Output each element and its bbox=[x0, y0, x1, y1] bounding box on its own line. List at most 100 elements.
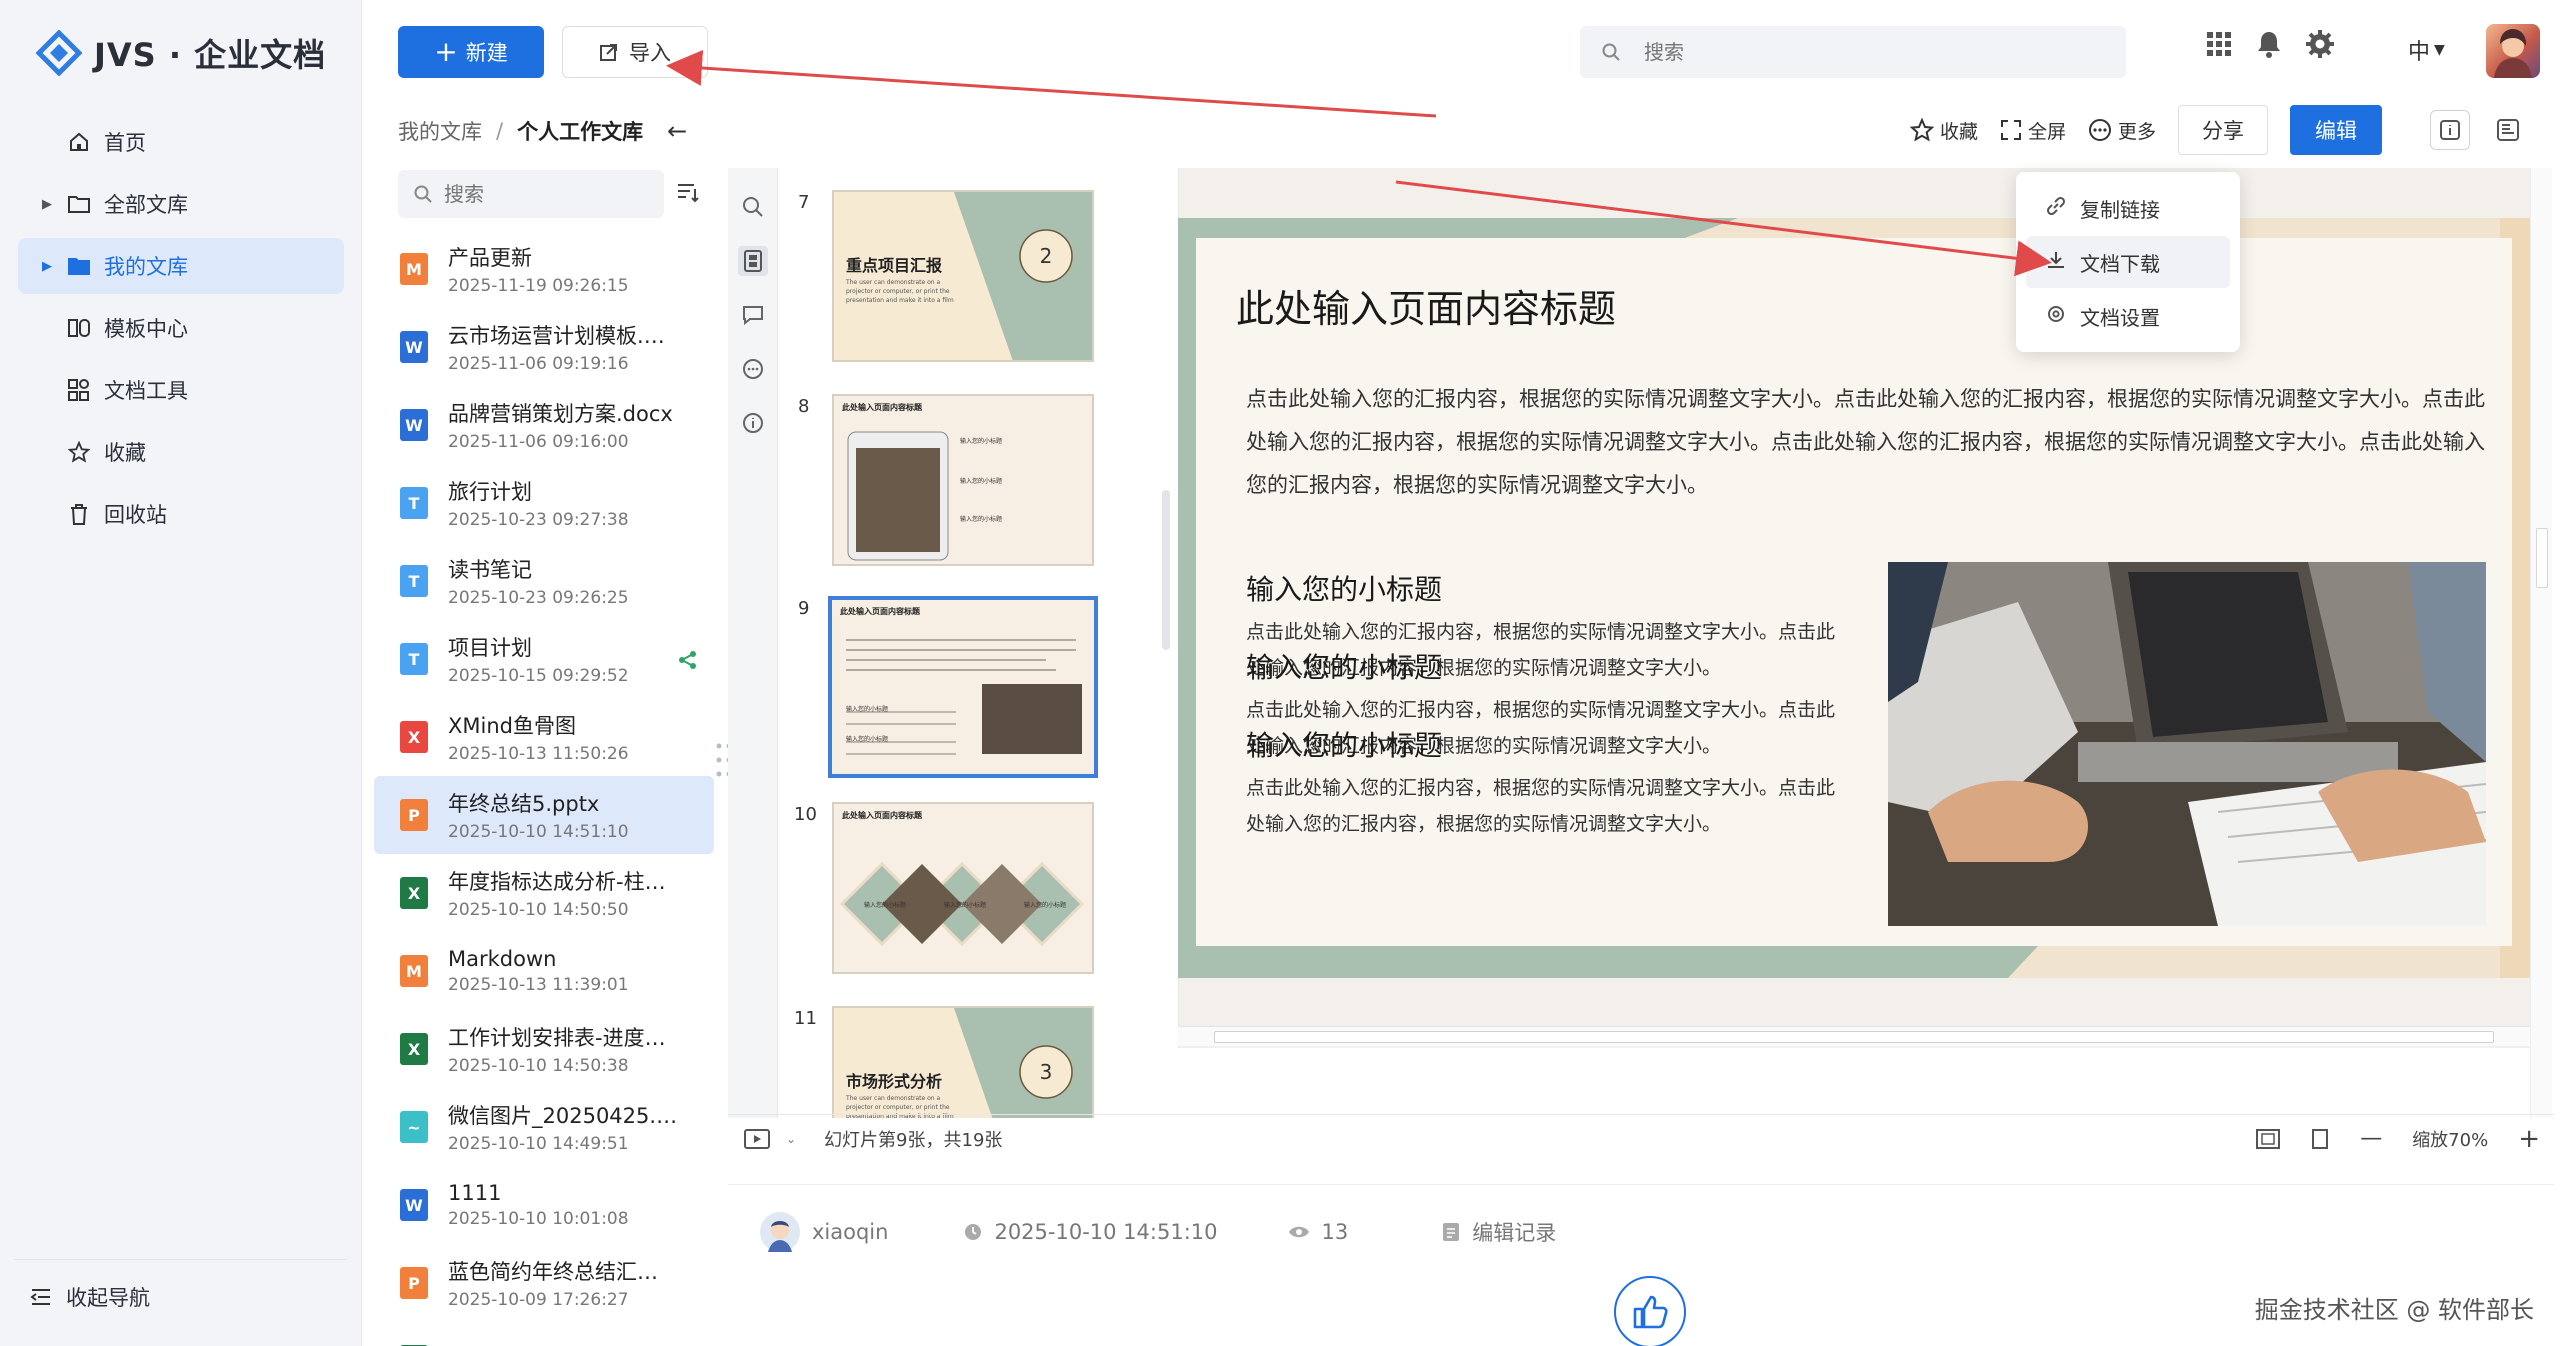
document-list-item[interactable]: X 年度指标达成分析-柱状图.xlsx 2025-10-10 14:50:50 bbox=[374, 854, 714, 932]
document-time: 2025-10-09 17:26:27 bbox=[448, 1290, 629, 1310]
sidebar-item-6[interactable]: 回收站 bbox=[18, 486, 344, 542]
list-search[interactable] bbox=[398, 170, 664, 218]
file-type-icon: X bbox=[400, 1033, 428, 1065]
document-list-item[interactable]: T 读书笔记 2025-10-23 09:26:25 bbox=[374, 542, 714, 620]
document-list-item[interactable]: W 品牌营销策划方案.docx 2025-11-06 09:16:00 bbox=[374, 386, 714, 464]
slide-thumbnail[interactable]: 此处输入页面内容标题 输入您的小标题 输入您的小标题 输入您的小标题 bbox=[832, 802, 1094, 974]
sort-icon[interactable] bbox=[676, 180, 700, 204]
menu-item-settings[interactable]: 文档设置 bbox=[2026, 290, 2230, 342]
document-list-item[interactable]: ~ 微信图片_20250425.png 2025-10-10 14:49:51 bbox=[374, 1088, 714, 1166]
comments-tool[interactable] bbox=[738, 300, 768, 330]
thumbnail-number: 7 bbox=[798, 192, 810, 213]
import-button[interactable]: 导入 bbox=[562, 26, 708, 78]
document-time: 2025-10-23 09:26:25 bbox=[448, 588, 629, 608]
bell-icon[interactable] bbox=[2256, 30, 2282, 58]
document-list-item[interactable]: W 1111 2025-10-10 10:01:08 bbox=[374, 1166, 714, 1244]
slide-thumbnail[interactable]: 市场形式分析 The user can demonstrate on a proj… bbox=[832, 1006, 1094, 1118]
about-tool[interactable] bbox=[738, 408, 768, 438]
share-icon[interactable] bbox=[678, 650, 698, 674]
list-search-input[interactable] bbox=[444, 182, 644, 206]
gear-icon[interactable] bbox=[2306, 30, 2334, 58]
document-meta: Markdown 2025-10-13 11:39:01 bbox=[448, 947, 678, 995]
breadcrumb-root[interactable]: 我的文库 bbox=[398, 116, 482, 146]
sidebar-item-3[interactable]: 模板中心 bbox=[18, 300, 344, 356]
sidebar-item-2[interactable]: ▶ 我的文库 bbox=[18, 238, 344, 294]
slide-photo[interactable] bbox=[1888, 562, 2486, 926]
more-button[interactable]: 更多 bbox=[2088, 117, 2156, 144]
document-list-item[interactable]: X XMind鱼骨图 2025-10-13 11:50:26 bbox=[374, 698, 714, 776]
slide-body-text[interactable]: 点击此处输入您的汇报内容，根据您的实际情况调整文字大小。点击此处输入您的汇报内容… bbox=[1246, 378, 2486, 507]
zoom-out-icon[interactable]: — bbox=[2360, 1126, 2382, 1151]
divider bbox=[14, 1259, 347, 1260]
breadcrumb-current[interactable]: 个人工作文库 bbox=[517, 116, 643, 146]
zoom-level[interactable]: 缩放70% bbox=[2412, 1126, 2488, 1152]
like-button[interactable] bbox=[1614, 1276, 1686, 1346]
thumbnail-number: 8 bbox=[798, 396, 810, 417]
document-list-item[interactable]: T 项目计划 2025-10-15 09:29:52 bbox=[374, 620, 714, 698]
slide-title[interactable]: 此处输入页面内容标题 bbox=[1236, 278, 1616, 333]
file-type-icon: X bbox=[400, 721, 428, 753]
document-meta: 年终总结5.pptx 2025-10-10 14:51:10 bbox=[448, 788, 678, 842]
modified-time: 2025-10-10 14:51:10 bbox=[964, 1220, 1218, 1244]
fit-page-icon[interactable] bbox=[2256, 1128, 2281, 1149]
fit-width-icon[interactable] bbox=[2310, 1128, 2330, 1149]
expand-caret-icon[interactable]: ▶ bbox=[42, 259, 52, 274]
vertical-scrollbar[interactable] bbox=[2530, 168, 2552, 1118]
outline-panel-button[interactable] bbox=[2488, 110, 2528, 150]
document-list-item[interactable]: X 工作计划安排表-进度表.xlsx 2025-10-10 14:50:38 bbox=[374, 1010, 714, 1088]
search-input[interactable] bbox=[1644, 40, 2104, 64]
chat-tool[interactable] bbox=[738, 354, 768, 384]
breadcrumb-separator: / bbox=[496, 119, 504, 143]
slide-thumbnail[interactable]: 重点项目汇报 The user can demonstrate on a proj… bbox=[832, 190, 1094, 362]
document-list-item[interactable]: X员工排班明细表.xlsx bbox=[374, 1322, 714, 1346]
slide-content: 此处输入页面内容标题 点击此处输入您的汇报内容，根据您的实际情况调整文字大小。点… bbox=[1196, 238, 2512, 946]
document-time: 2025-11-06 09:19:16 bbox=[448, 354, 629, 374]
author[interactable]: xiaoqin bbox=[760, 1212, 888, 1252]
slide-subsection[interactable]: 输入您的小标题 点击此处输入您的汇报内容，根据您的实际情况调整文字大小。点击此处输… bbox=[1246, 724, 1836, 842]
back-arrow-icon[interactable]: ← bbox=[667, 117, 687, 145]
user-avatar[interactable] bbox=[2486, 24, 2540, 78]
document-list-item[interactable]: P 年终总结5.pptx 2025-10-10 14:51:10 bbox=[374, 776, 714, 854]
document-list-item[interactable]: W 云市场运营计划模板.docx 2025-11-06 09:19:16 bbox=[374, 308, 714, 386]
apps-grid-icon[interactable] bbox=[2206, 31, 2232, 57]
info-panel-button[interactable] bbox=[2430, 110, 2471, 150]
app-logo[interactable]: JVS · 企业文档 bbox=[35, 26, 326, 80]
link-icon bbox=[2046, 196, 2066, 221]
language-switch[interactable]: 中 ▼ bbox=[2408, 34, 2445, 66]
slide-thumbnail[interactable]: 此处输入页面内容标题 输入您的小标题 输入您的小标题 输入您的小标题 bbox=[832, 394, 1094, 566]
chevron-down-icon[interactable]: ⌄ bbox=[786, 1132, 796, 1146]
favorite-button[interactable]: 收藏 bbox=[1910, 117, 1978, 144]
sidebar-item-4[interactable]: 文档工具 bbox=[18, 362, 344, 418]
edit-history-link[interactable]: 编辑记录 bbox=[1442, 1217, 1556, 1247]
document-time: 2025-10-10 14:49:51 bbox=[448, 1134, 629, 1154]
sidebar-item-1[interactable]: ▶ 全部文库 bbox=[18, 176, 344, 232]
document-name: 微信图片_20250425.png bbox=[448, 1104, 678, 1128]
collapse-nav-button[interactable]: 收起导航 bbox=[30, 1282, 150, 1312]
find-tool[interactable] bbox=[738, 192, 768, 222]
menu-item-download[interactable]: 文档下载 bbox=[2026, 236, 2230, 288]
new-button[interactable]: + 新建 bbox=[398, 26, 544, 78]
global-search[interactable] bbox=[1580, 26, 2126, 78]
thumbnail-title: 重点项目汇报 bbox=[846, 256, 943, 275]
document-list-item[interactable]: M 产品更新 2025-11-19 09:26:15 bbox=[374, 230, 714, 308]
horizontal-scrollbar[interactable] bbox=[1178, 1026, 2530, 1046]
document-name: 品牌营销策划方案.docx bbox=[448, 402, 673, 426]
document-list-item[interactable]: M Markdown 2025-10-13 11:39:01 bbox=[374, 932, 714, 1010]
fullscreen-button[interactable]: 全屏 bbox=[2000, 117, 2066, 144]
share-button[interactable]: 分享 bbox=[2178, 105, 2269, 155]
sidebar-item-0[interactable]: 首页 bbox=[18, 114, 344, 170]
zoom-in-icon[interactable]: + bbox=[2518, 1124, 2540, 1154]
document-list: M 产品更新 2025-11-19 09:26:15 W 云市场运营计划模板.docx 2… bbox=[374, 230, 714, 1346]
sidebar-item-label: 全部文库 bbox=[104, 193, 188, 217]
thumbnail-scrollbar[interactable] bbox=[1162, 490, 1170, 650]
play-icon[interactable] bbox=[744, 1128, 770, 1149]
slide-thumbnail[interactable]: 此处输入页面内容标题 输入您的小标题 输入您的小标题 bbox=[828, 596, 1098, 778]
thumbnails-tool[interactable] bbox=[737, 246, 768, 276]
document-list-item[interactable]: T 旅行计划 2025-10-23 09:27:38 bbox=[374, 464, 714, 542]
favorite-label: 收藏 bbox=[1940, 120, 1979, 143]
expand-caret-icon[interactable]: ▶ bbox=[42, 197, 52, 212]
menu-item-link[interactable]: 复制链接 bbox=[2026, 182, 2230, 234]
sidebar-item-5[interactable]: 收藏 bbox=[18, 424, 344, 480]
edit-button[interactable]: 编辑 bbox=[2290, 105, 2383, 155]
document-list-item[interactable]: P 蓝色简约年终总结汇报.pptx 2025-10-09 17:26:27 bbox=[374, 1244, 714, 1322]
